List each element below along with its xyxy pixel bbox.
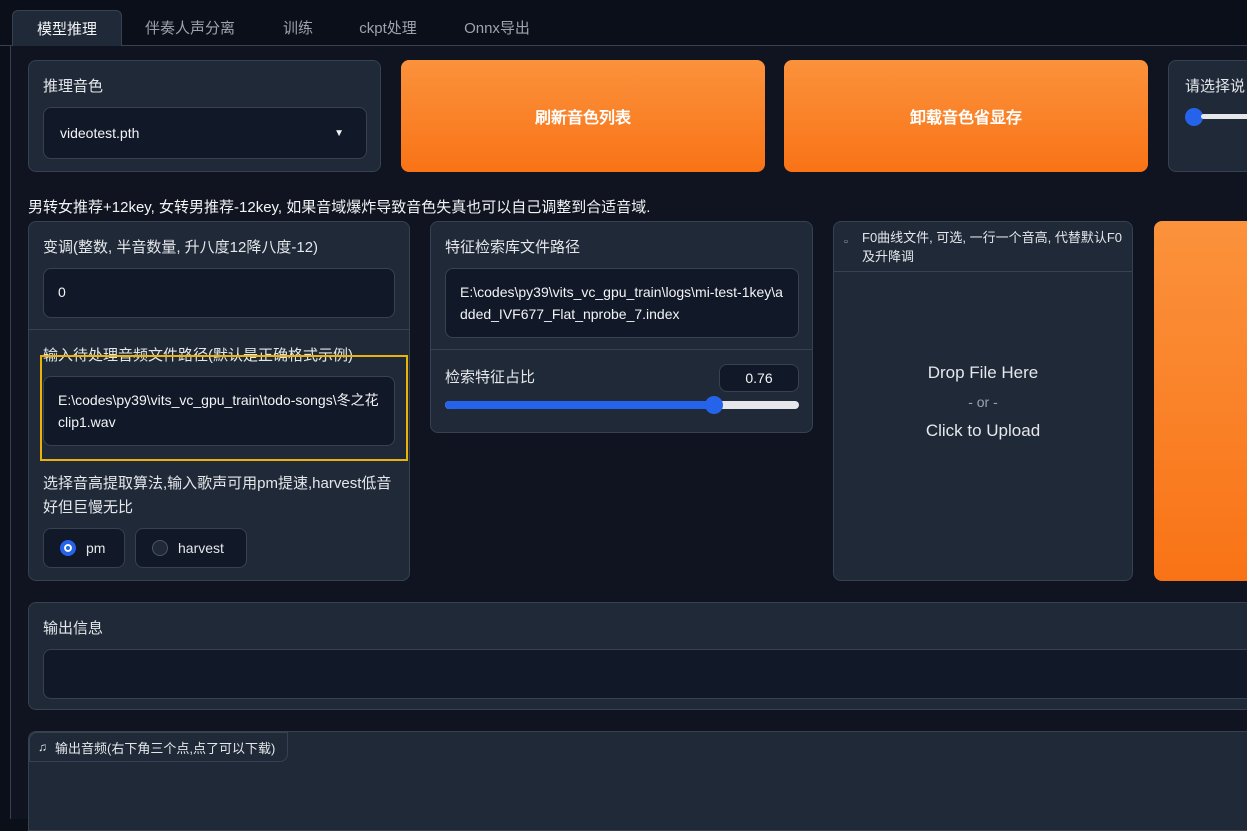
or-text: - or -	[968, 394, 998, 410]
drop-file-text: Drop File Here	[927, 363, 1039, 382]
index-ratio-slider-fill	[445, 401, 714, 409]
radio-harvest[interactable]: harvest	[135, 528, 247, 568]
tab-model-inference[interactable]: 模型推理	[12, 10, 122, 48]
dropdown-arrow-icon: ▼	[334, 128, 344, 139]
speaker-slider-track[interactable]	[1201, 114, 1247, 119]
index-path-label: 特征检索库文件路径	[445, 239, 581, 256]
output-audio-header: ♫ 输出音频(右下角三个点,点了可以下载)	[29, 732, 289, 762]
voice-dropdown-value: videotest.pth	[60, 125, 140, 141]
highlight-box	[40, 355, 408, 461]
voice-dropdown[interactable]: videotest.pth ▼	[43, 107, 367, 159]
output-audio-panel: ♫ 输出音频(右下角三个点,点了可以下载)	[28, 731, 1247, 831]
f0-file-dropzone[interactable]: Drop File Here - or - Click to Upload	[834, 273, 1132, 580]
unload-voice-button[interactable]: 卸载音色省显存	[784, 60, 1148, 172]
radio-pm-label: pm	[86, 540, 106, 556]
speaker-id-panel: 请选择说	[1168, 60, 1247, 172]
index-ratio-slider-track[interactable]	[445, 401, 799, 409]
radio-selected-icon	[60, 540, 76, 556]
radio-harvest-label: harvest	[178, 540, 224, 556]
radio-unselected-icon	[152, 540, 168, 556]
divider	[431, 349, 812, 350]
transpose-label: 变调(整数, 半音数量, 升八度12降八度-12)	[43, 239, 319, 256]
tab-ckpt[interactable]: ckpt处理	[340, 12, 436, 46]
radio-pm[interactable]: pm	[43, 528, 125, 568]
refresh-voice-button[interactable]: 刷新音色列表	[401, 60, 765, 172]
divider	[29, 329, 409, 330]
speaker-id-label: 请选择说	[1185, 78, 1246, 95]
index-path-field[interactable]: E:\codes\py39\vits_vc_gpu_train\logs\mi-…	[445, 268, 799, 338]
f0-file-header: ▫ F0曲线文件, 可选, 一行一个音高, 代替默认F0及升降调	[834, 222, 1132, 272]
voice-panel: 推理音色 videotest.pth ▼	[28, 60, 381, 172]
index-ratio-value[interactable]: 0.76	[719, 364, 799, 392]
index-ratio-slider-thumb[interactable]	[705, 396, 723, 414]
tab-onnx-export[interactable]: Onnx导出	[442, 12, 552, 46]
file-icon: ▫	[844, 236, 848, 248]
output-audio-label: 输出音频(右下角三个点,点了可以下载)	[55, 740, 276, 756]
output-info-label: 输出信息	[43, 620, 104, 637]
output-info-panel: 输出信息	[28, 602, 1247, 710]
voice-label: 推理音色	[43, 78, 104, 95]
convert-button[interactable]	[1154, 221, 1247, 581]
output-info-field[interactable]	[43, 649, 1247, 699]
f0-file-label: F0曲线文件, 可选, 一行一个音高, 代替默认F0及升降调	[862, 230, 1123, 264]
index-panel: 特征检索库文件路径 E:\codes\py39\vits_vc_gpu_trai…	[430, 221, 813, 433]
click-to-upload-text: Click to Upload	[925, 421, 1041, 440]
f0-method-label: 选择音高提取算法,输入歌声可用pm提速,harvest低音好但巨慢无比	[43, 475, 392, 516]
f0-file-panel: ▫ F0曲线文件, 可选, 一行一个音高, 代替默认F0及升降调 Drop Fi…	[833, 221, 1133, 581]
index-ratio-label: 检索特征占比	[445, 369, 536, 386]
transpose-hint: 男转女推荐+12key, 女转男推荐-12key, 如果音域爆炸导致音色失真也可…	[28, 199, 651, 216]
tab-training[interactable]: 训练	[262, 12, 334, 46]
tab-bar: 模型推理 伴奏人声分离 训练 ckpt处理 Onnx导出	[0, 0, 1247, 48]
transpose-input[interactable]: 0	[43, 268, 395, 318]
tab-vocal-separation[interactable]: 伴奏人声分离	[126, 12, 254, 46]
music-note-icon: ♫	[38, 740, 47, 754]
